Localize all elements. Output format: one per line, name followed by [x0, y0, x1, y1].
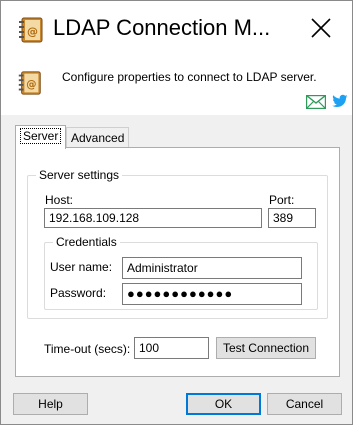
password-input[interactable]: ●●●●●●●●●●●● [122, 283, 302, 305]
server-settings-legend: Server settings [36, 168, 123, 182]
host-input[interactable]: 192.168.109.128 [44, 208, 262, 228]
timeout-input[interactable]: 100 [134, 337, 209, 359]
test-connection-button[interactable]: Test Connection [216, 337, 316, 359]
tab-advanced[interactable]: Advanced [66, 127, 130, 148]
tab-server-label: Server [20, 128, 62, 144]
address-book-icon: @ [19, 17, 43, 43]
close-icon[interactable] [308, 15, 334, 41]
credentials-group: Credentials User name: Administrator Pas… [44, 235, 318, 310]
address-book-icon: @ [18, 71, 41, 95]
cancel-button[interactable]: Cancel [267, 393, 342, 415]
password-label: Password: [50, 286, 107, 300]
timeout-label: Time-out (secs): [44, 342, 131, 356]
tab-strip: Server Advanced [15, 125, 340, 149]
window-title: LDAP Connection M... [53, 15, 271, 40]
username-label: User name: [50, 260, 113, 274]
ok-button[interactable]: OK [186, 393, 261, 415]
tab-advanced-label: Advanced [71, 131, 125, 145]
mail-icon[interactable] [306, 95, 326, 109]
port-label: Port: [269, 193, 295, 207]
tab-server[interactable]: Server [15, 125, 67, 149]
svg-text:@: @ [27, 25, 38, 38]
header-band: @ Configure properties to connect to LDA… [1, 59, 352, 115]
port-input[interactable]: 389 [268, 208, 316, 228]
title-bar: @ LDAP Connection M... [1, 1, 352, 59]
server-settings-group: Server settings Host: 192.168.109.128 Po… [27, 168, 328, 319]
server-tab-panel: Server settings Host: 192.168.109.128 Po… [15, 147, 340, 377]
twitter-icon[interactable] [332, 94, 348, 108]
username-input[interactable]: Administrator [122, 257, 302, 279]
host-label: Host: [45, 193, 74, 207]
help-button[interactable]: Help [13, 393, 88, 415]
ldap-connection-dialog: @ LDAP Connection M... @ Configure prope… [0, 0, 353, 425]
svg-text:@: @ [26, 79, 36, 91]
credentials-legend: Credentials [53, 235, 120, 249]
dialog-description: Configure properties to connect to LDAP … [62, 70, 317, 84]
